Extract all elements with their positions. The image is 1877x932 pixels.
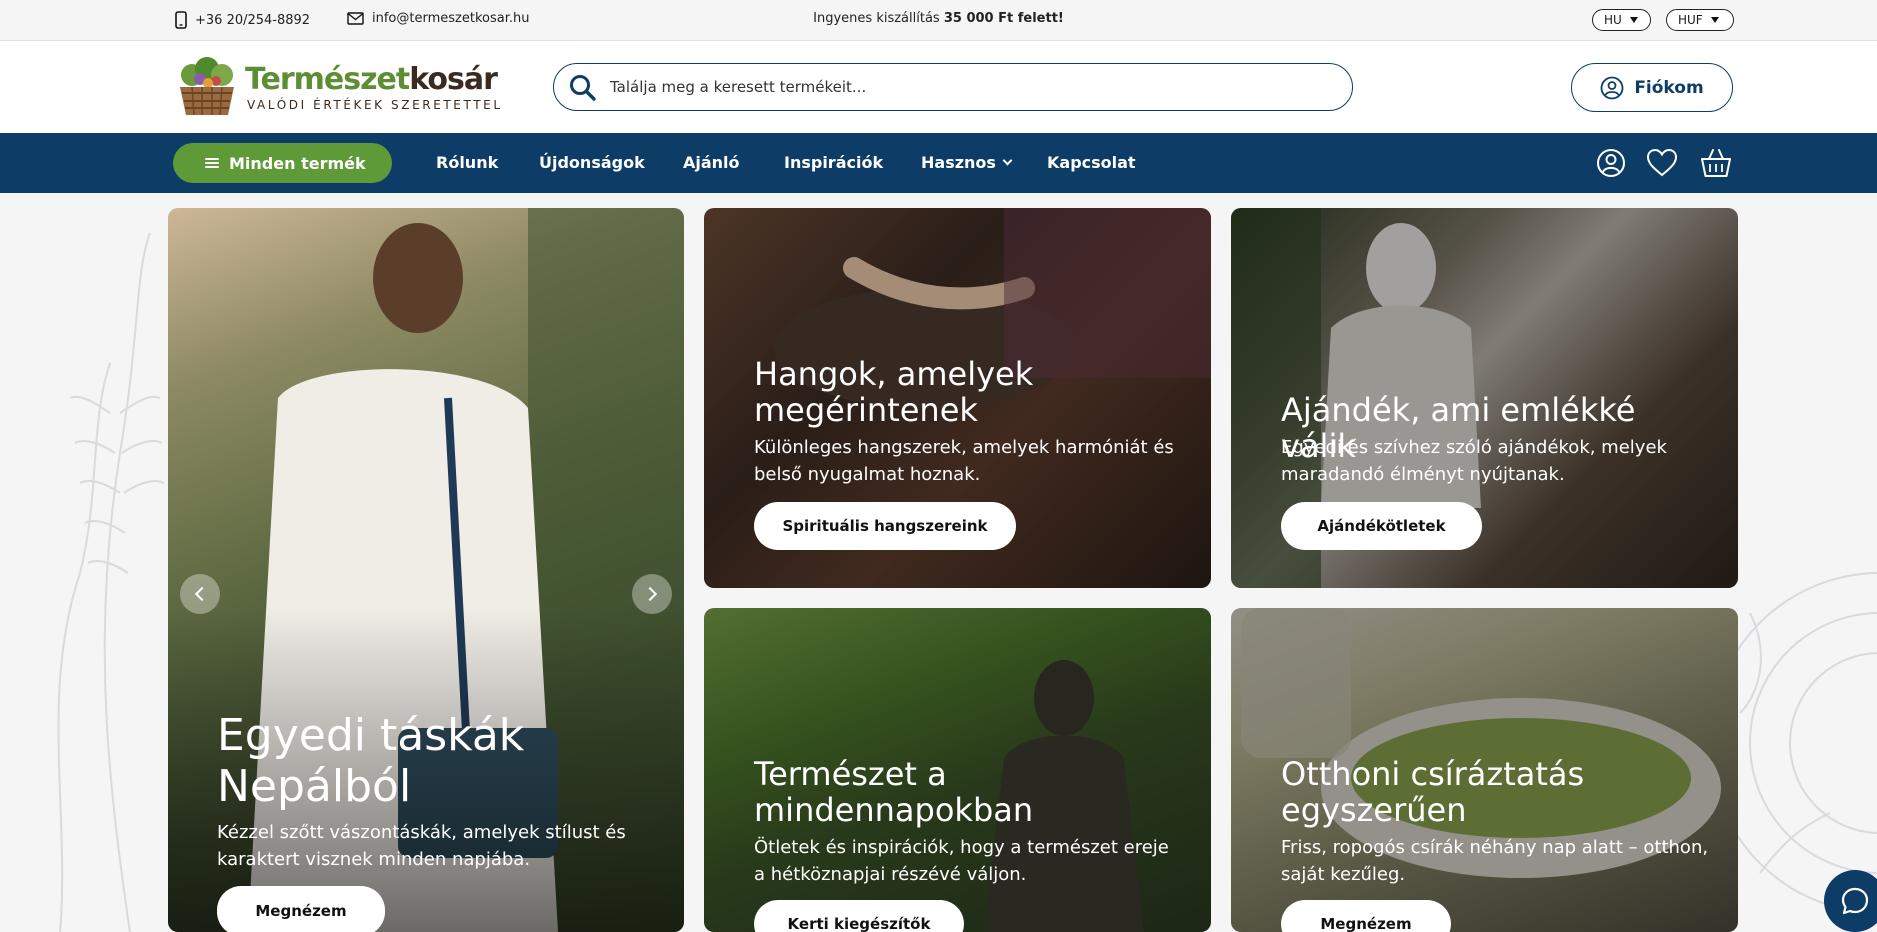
promo-card-sounds[interactable]: Hangok, amelyek megérintenek Különleges …: [704, 208, 1211, 588]
caret-down-icon: [1629, 17, 1638, 23]
sounds-text: Különleges hangszerek, amelyek harmóniát…: [754, 437, 1174, 485]
all-products-button[interactable]: Minden termék: [173, 143, 392, 183]
hero-text: Kézzel szőtt vászontáskák, amelyek stílu…: [217, 822, 626, 870]
search-icon[interactable]: [568, 73, 598, 103]
sounds-title: Hangok, amelyek megérintenek: [754, 355, 1034, 429]
gift-text: Egyedi és szívhez szóló ajándékok, melye…: [1281, 437, 1667, 485]
cart-icon[interactable]: [1699, 146, 1733, 180]
currency-value: HUF: [1678, 13, 1703, 27]
nature-text: Ötletek és inspirációk, hogy a természet…: [754, 837, 1169, 885]
account-icon[interactable]: [1594, 146, 1628, 180]
chat-bubble-icon: [1841, 887, 1869, 915]
site-header: Természetkosár VALÓDI ÉRTÉKEK SZERETETTE…: [0, 41, 1877, 133]
shipping-text: Ingyenes kiszállítás: [813, 11, 944, 26]
slider-prev-button[interactable]: [180, 574, 220, 614]
sounds-cta-button[interactable]: Spirituális hangszereink: [754, 502, 1016, 550]
sprouts-text: Friss, ropogós csírák néhány nap alatt –…: [1281, 837, 1709, 885]
chevron-left-icon: [194, 586, 210, 602]
gift-cta-button[interactable]: Ajándékötletek: [1281, 502, 1482, 550]
site-logo[interactable]: Természetkosár VALÓDI ÉRTÉKEK SZERETETTE…: [172, 55, 500, 119]
brand-name: Természetkosár: [245, 62, 498, 97]
account-button[interactable]: Fiókom: [1571, 63, 1733, 112]
basket-logo-icon: [180, 57, 234, 116]
search-bar[interactable]: [553, 63, 1353, 111]
nature-cta-button[interactable]: Kerti kiegészítők: [754, 900, 964, 932]
nav-item-useful[interactable]: Hasznos: [921, 153, 1013, 172]
nav-item-contact[interactable]: Kapcsolat: [1047, 153, 1136, 172]
search-input[interactable]: [610, 74, 1330, 100]
promo-card-gift[interactable]: Ajándék, ami emlékké válik Egyedi és szí…: [1231, 208, 1738, 588]
promo-card-nature[interactable]: Természet a mindennapokban Ötletek és in…: [704, 608, 1211, 932]
sprouts-cta-button[interactable]: Megnézem: [1281, 900, 1451, 932]
chevron-right-icon: [642, 586, 658, 602]
language-select[interactable]: HU: [1592, 9, 1651, 31]
nav-item-new[interactable]: Újdonságok: [539, 153, 645, 172]
all-products-label: Minden termék: [229, 153, 366, 173]
sprouts-title: Otthoni csíráztatás egyszerűen: [1281, 755, 1585, 829]
top-bar: +36 20/254-8892 info@termeszetkosar.hu I…: [0, 0, 1877, 41]
menu-icon: [205, 158, 219, 168]
nav-item-inspirations[interactable]: Inspirációk: [784, 153, 883, 172]
language-value: HU: [1604, 13, 1622, 27]
chat-widget-button[interactable]: [1824, 870, 1877, 932]
hero-cta-button[interactable]: Megnézem: [217, 886, 385, 932]
currency-select[interactable]: HUF: [1666, 9, 1734, 31]
nature-title: Természet a mindennapokban: [754, 755, 1034, 829]
account-label: Fiókom: [1634, 77, 1704, 98]
promo-card-sprouts[interactable]: Otthoni csíráztatás egyszerűen Friss, ro…: [1231, 608, 1738, 932]
brand-tagline: VALÓDI ÉRTÉKEK SZERETETTEL: [247, 98, 503, 112]
chevron-down-icon: [1002, 155, 1013, 166]
nav-item-about[interactable]: Rólunk: [436, 153, 498, 172]
shipping-amount: 35 000 Ft felett!: [943, 11, 1064, 26]
nav-item-recommended[interactable]: Ajánló: [683, 153, 740, 172]
slider-next-button[interactable]: [632, 574, 672, 614]
hero-title: Egyedi táskák Nepálból: [217, 710, 525, 812]
caret-down-icon: [1710, 17, 1719, 23]
hero-card-bags[interactable]: Egyedi táskák Nepálból Kézzel szőtt vász…: [168, 208, 684, 932]
main-navigation: Minden termék Rólunk Újdonságok Ajánló I…: [0, 133, 1877, 193]
user-icon: [1600, 76, 1624, 99]
heart-icon[interactable]: [1645, 146, 1679, 180]
